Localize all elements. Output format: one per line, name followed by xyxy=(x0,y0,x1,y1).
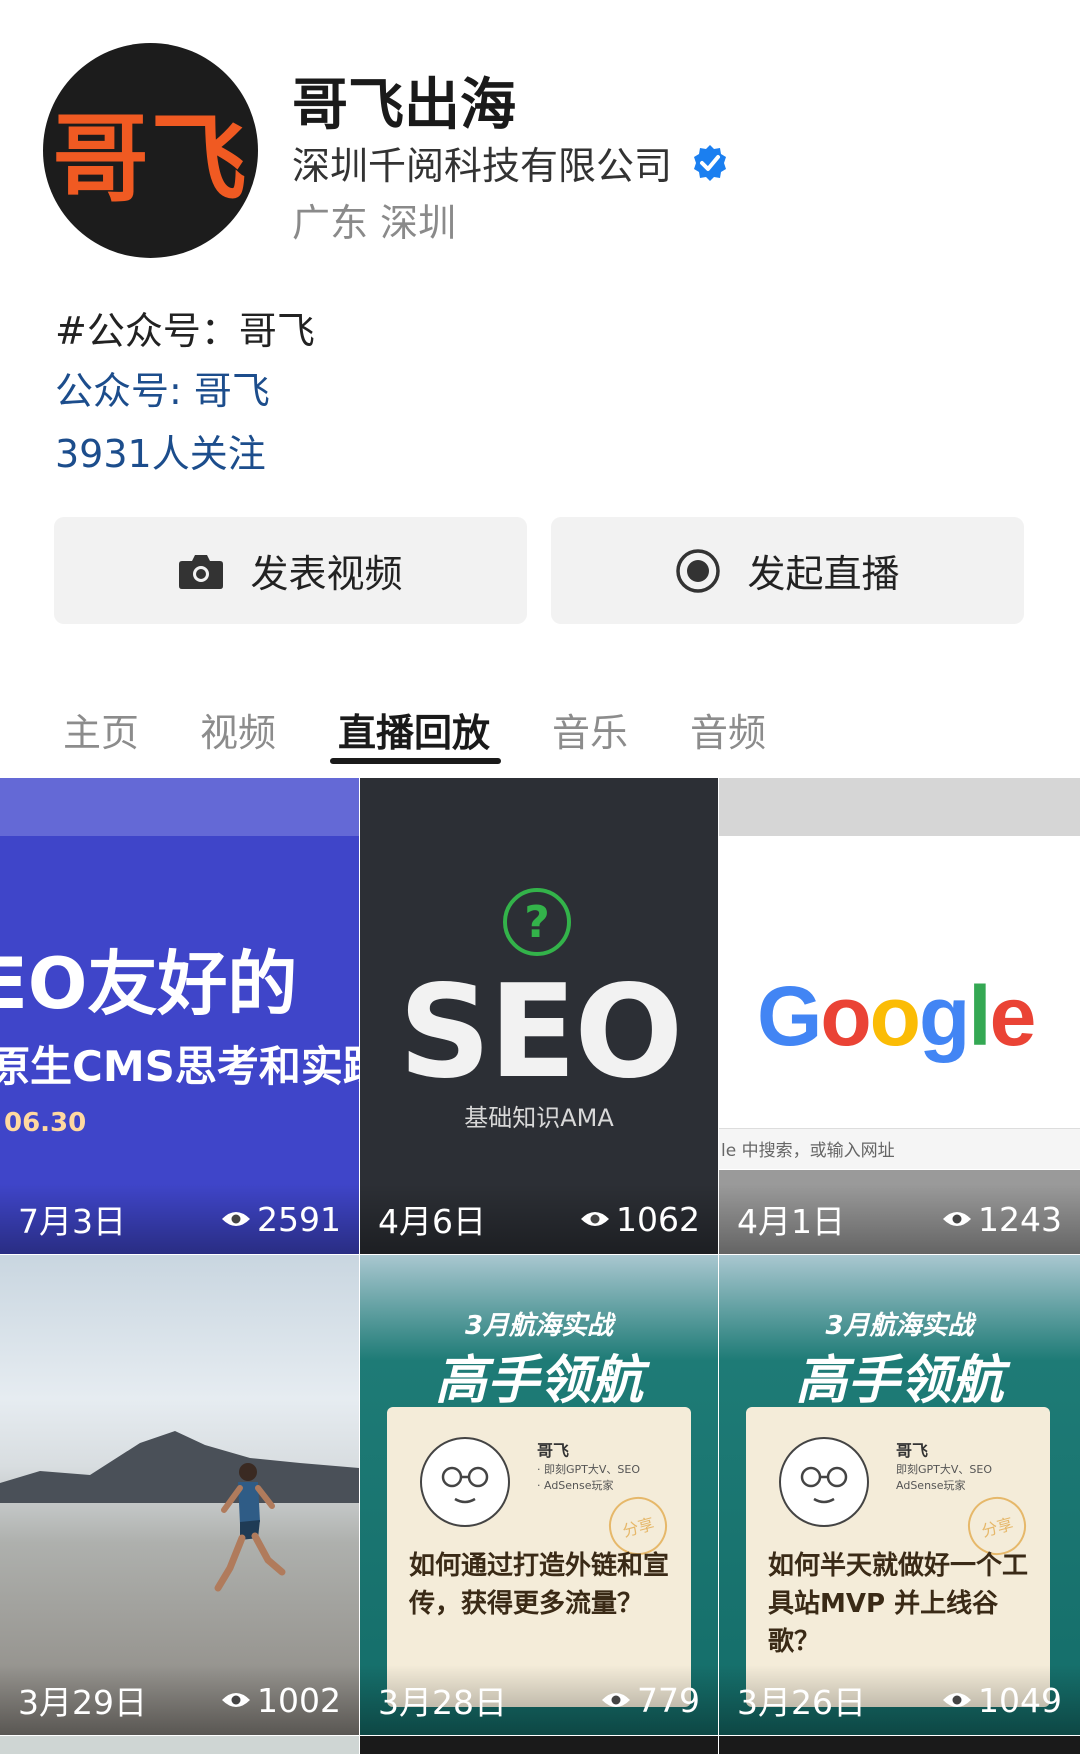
logo-letter: g xyxy=(918,969,970,1063)
replay-tile[interactable]: Google le 中搜索，或输入网址 4月1日 1243 xyxy=(719,778,1080,1254)
cover-headline: 高手领航 xyxy=(434,1351,643,1411)
start-live-button[interactable]: 发起直播 xyxy=(551,517,1024,624)
cover-headline: 高手领航 xyxy=(795,1351,1004,1411)
tile-footer: 3月26日 1049 xyxy=(719,1665,1080,1735)
camera-icon xyxy=(179,554,224,589)
profile-name: 哥飞出海 xyxy=(292,73,516,138)
replay-tile[interactable]: 3月航海实战 高手领航 哥飞 即刻GPT大V、SEO AdSense玩家 分享 … xyxy=(719,1255,1080,1735)
replay-tile[interactable]: 3月29日 1002 xyxy=(0,1255,359,1735)
logo-letter: G xyxy=(757,969,822,1063)
tab-audio[interactable]: 音频 xyxy=(690,702,766,757)
speaker-credentials: · 即刻GPT大V、SEO · AdSense玩家 xyxy=(537,1462,640,1494)
cover-subline: 基础知识AMA xyxy=(464,1104,614,1132)
search-hint: le 中搜索，或输入网址 xyxy=(721,1141,895,1161)
tile-footer: 4月6日 1062 xyxy=(360,1184,718,1254)
replay-tile-partial[interactable] xyxy=(719,1736,1080,1754)
glasses-face-icon xyxy=(441,1466,489,1504)
tab-live-replays[interactable]: 直播回放 xyxy=(338,702,490,757)
view-count: 2591 xyxy=(221,1200,341,1239)
logo-letter: o xyxy=(820,969,871,1063)
active-tab-indicator xyxy=(330,758,501,764)
credential-line: · 即刻GPT大V、SEO xyxy=(537,1463,640,1476)
speaker-name: 哥飞 xyxy=(896,1441,929,1460)
tile-footer: 3月28日 779 xyxy=(360,1665,718,1735)
question-icon: ? xyxy=(503,888,571,956)
profile-location: 广东 深圳 xyxy=(292,201,457,245)
replay-tile[interactable]: ? SEO 基础知识AMA 4月6日 1062 xyxy=(360,778,718,1254)
tile-footer: 3月29日 1002 xyxy=(0,1665,359,1735)
mountain-image xyxy=(0,1431,359,1503)
tile-footer: 4月1日 1243 xyxy=(719,1184,1080,1254)
credential-line: · AdSense玩家 xyxy=(537,1479,614,1492)
tab-music[interactable]: 音乐 xyxy=(552,702,628,757)
cover-band xyxy=(0,778,359,836)
replay-date: 4月6日 xyxy=(378,1202,486,1241)
publish-video-label: 发表视频 xyxy=(250,552,403,596)
view-count: 1049 xyxy=(942,1681,1062,1720)
cover-date: 06.30 xyxy=(4,1108,87,1138)
replay-tile[interactable]: 3月航海实战 高手领航 哥飞 · 即刻GPT大V、SEO · AdSense玩家… xyxy=(360,1255,718,1735)
browser-top-bar xyxy=(719,778,1080,836)
cover-headline: SEO xyxy=(398,958,683,1107)
speaker-card: 哥飞 · 即刻GPT大V、SEO · AdSense玩家 分享 如何通过打造外链… xyxy=(387,1407,691,1707)
credential-line: AdSense玩家 xyxy=(896,1479,966,1492)
eye-icon xyxy=(943,1212,972,1226)
view-count: 1002 xyxy=(221,1681,341,1720)
view-count-value: 1243 xyxy=(978,1199,1062,1239)
view-count-value: 1062 xyxy=(616,1199,700,1239)
replay-tile[interactable]: EO友好的 原生CMS思考和实践 06.30 7月3日 2591 xyxy=(0,778,359,1254)
logo-letter: o xyxy=(869,969,921,1063)
company-name: 深圳千阅科技有限公司 xyxy=(292,144,673,188)
tab-videos[interactable]: 视频 xyxy=(200,702,276,757)
replay-date: 4月1日 xyxy=(737,1202,845,1241)
cover-headline: EO友好的 xyxy=(0,943,298,1025)
replay-date: 3月29日 xyxy=(18,1683,147,1722)
logo-letter: e xyxy=(989,969,1037,1063)
google-logo: Google xyxy=(757,968,1037,1065)
speaker-card: 哥飞 即刻GPT大V、SEO AdSense玩家 分享 如何半天就做好一个工具站… xyxy=(746,1407,1050,1707)
speaker-name: 哥飞 xyxy=(537,1441,570,1460)
runner-image xyxy=(214,1463,286,1592)
replay-date: 7月3日 xyxy=(18,1202,126,1241)
bio-account-link[interactable]: 公众号: 哥飞 xyxy=(55,360,270,415)
replay-tile-partial[interactable] xyxy=(360,1736,718,1754)
speaker-credentials: 即刻GPT大V、SEO AdSense玩家 xyxy=(896,1462,992,1494)
cover-kicker: 3月航海实战 xyxy=(464,1311,614,1341)
company-row: 深圳千阅科技有限公司 xyxy=(292,135,730,190)
replay-tile-partial[interactable] xyxy=(0,1736,359,1754)
view-count-value: 1002 xyxy=(257,1680,341,1720)
speaker-portrait xyxy=(779,1437,869,1527)
eye-icon xyxy=(602,1693,630,1707)
cover-subline: 原生CMS思考和实践 xyxy=(0,1042,359,1091)
verified-badge-icon xyxy=(694,144,727,181)
credential-line: 即刻GPT大V、SEO xyxy=(896,1463,992,1476)
live-record-icon xyxy=(676,548,721,593)
speaker-portrait xyxy=(420,1437,510,1527)
session-question: 如何通过打造外链和宣传，获得更多流量？ xyxy=(409,1551,670,1619)
eye-icon xyxy=(222,1693,251,1707)
glasses-face-icon xyxy=(800,1466,848,1504)
view-count-value: 2591 xyxy=(257,1199,341,1239)
view-count: 1062 xyxy=(580,1200,700,1239)
view-count: 779 xyxy=(601,1681,700,1720)
eye-icon xyxy=(581,1212,610,1226)
bio-tag[interactable]: #公众号：哥飞 xyxy=(55,300,315,355)
replay-date: 3月26日 xyxy=(737,1683,866,1722)
followers-count[interactable]: 3931人关注 xyxy=(55,423,266,478)
session-question: 如何半天就做好一个工具站MVP 并上线谷歌？ xyxy=(768,1551,1029,1657)
tile-footer: 7月3日 2591 xyxy=(0,1184,359,1254)
view-count-value: 779 xyxy=(637,1680,700,1720)
view-count: 1243 xyxy=(942,1200,1062,1239)
cover-kicker: 3月航海实战 xyxy=(825,1311,974,1341)
logo-letter: l xyxy=(968,969,991,1063)
tab-home[interactable]: 主页 xyxy=(63,702,139,757)
start-live-label: 发起直播 xyxy=(747,552,900,596)
replay-date: 3月28日 xyxy=(378,1683,507,1722)
publish-video-button[interactable]: 发表视频 xyxy=(54,517,527,624)
avatar-text: 哥飞 xyxy=(52,103,249,215)
eye-icon xyxy=(222,1212,251,1226)
view-count-value: 1049 xyxy=(978,1680,1062,1720)
avatar[interactable]: 哥飞 xyxy=(43,43,258,258)
eye-icon xyxy=(943,1693,972,1707)
